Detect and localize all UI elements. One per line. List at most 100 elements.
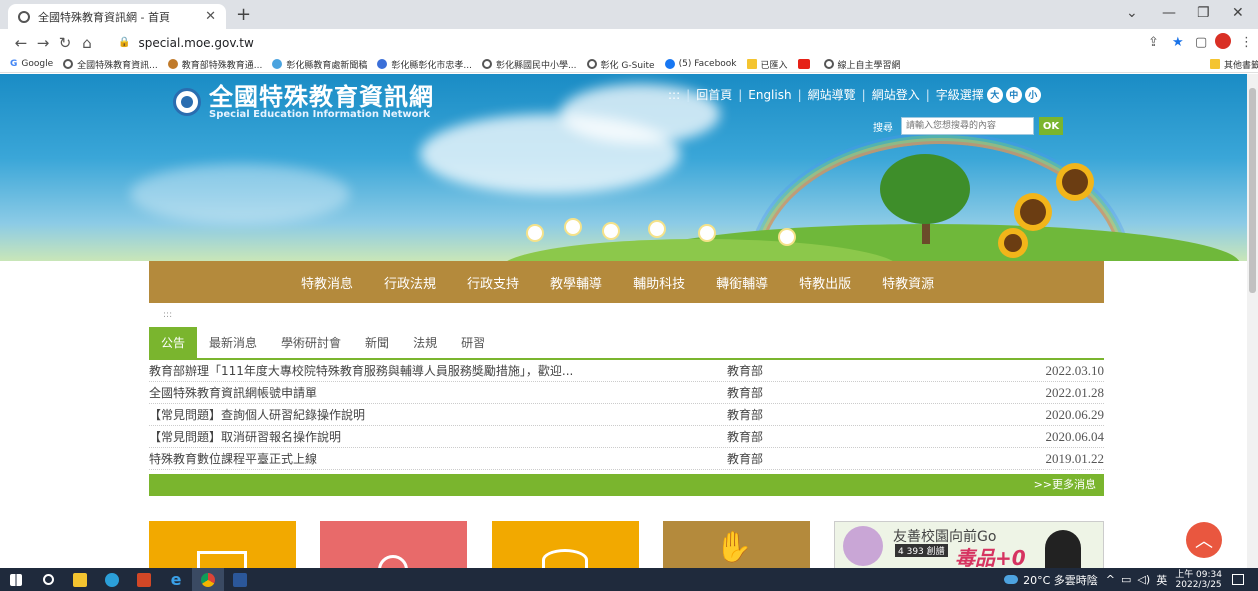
url-text: special.moe.gov.tw bbox=[138, 35, 254, 50]
feature-card-location[interactable] bbox=[320, 521, 467, 568]
search-input[interactable] bbox=[901, 117, 1034, 135]
more-news-link[interactable]: >>更多消息 bbox=[149, 474, 1104, 496]
bookmark-zhongxiao[interactable]: 彰化縣彰化市忠孝... bbox=[377, 58, 472, 71]
bookmark-moe[interactable]: 教育部特殊教育通... bbox=[167, 58, 262, 71]
taskbar-ie[interactable]: e bbox=[160, 568, 192, 591]
bookmark-other[interactable]: 其他書籤 bbox=[1210, 58, 1258, 71]
star-icon[interactable]: ★ bbox=[1172, 35, 1184, 50]
new-tab-icon[interactable]: + bbox=[236, 4, 251, 25]
reload-icon[interactable]: ↻ bbox=[54, 34, 76, 52]
clock[interactable]: 上午 09:34 2022/3/25 bbox=[1175, 570, 1222, 590]
news-row[interactable]: 教育部辦理「111年度大專校院特殊教育服務與輔導人員服務獎勵措施」，歡迎... … bbox=[149, 360, 1104, 382]
sidepanel-icon[interactable]: ▢ bbox=[1195, 35, 1207, 50]
globe-icon bbox=[481, 59, 492, 69]
notification-icon[interactable] bbox=[1232, 574, 1244, 585]
feature-card-hand[interactable]: ✋ bbox=[663, 521, 810, 568]
news-title[interactable]: 【常見問題】取消研習報名操作說明 bbox=[149, 428, 727, 445]
back-icon[interactable]: ← bbox=[10, 34, 32, 52]
menu-icon[interactable]: ⋮ bbox=[1240, 35, 1253, 50]
banner-slogan: 毒品+0 bbox=[955, 546, 1026, 568]
browser-tab[interactable]: 全國特殊教育資訊網 - 首頁 ✕ bbox=[8, 4, 226, 29]
bookmark-youtube[interactable] bbox=[797, 59, 814, 69]
sunflower-graphic bbox=[1062, 169, 1088, 195]
friendly-campus-banner[interactable]: 友善校園向前Go 4 393 創譜 毒品+0 bbox=[834, 521, 1104, 568]
news-row[interactable]: 特殊教育數位課程平臺正式上線 教育部 2019.01.22 bbox=[149, 448, 1104, 470]
news-list: 教育部辦理「111年度大專校院特殊教育服務與輔導人員服務獎勵措施」，歡迎... … bbox=[149, 360, 1104, 470]
font-medium-button[interactable]: 中 bbox=[1005, 86, 1022, 103]
search-button[interactable] bbox=[32, 568, 64, 591]
bookmark-facebook[interactable]: (5) Facebook bbox=[664, 59, 737, 69]
nav-resources[interactable]: 特教資源 bbox=[882, 273, 934, 292]
feature-card-monitor[interactable] bbox=[149, 521, 296, 568]
ime-indicator[interactable]: 英 bbox=[1156, 572, 1167, 588]
forward-icon[interactable]: → bbox=[32, 34, 54, 52]
close-window-icon[interactable]: ✕ bbox=[1232, 5, 1244, 21]
bookmark-chcg-news[interactable]: 彰化縣教育處新聞稿 bbox=[272, 58, 367, 71]
minimize-icon[interactable]: — bbox=[1162, 5, 1176, 21]
weather-text[interactable]: 20°C 多雲時陰 bbox=[1023, 572, 1098, 588]
feature-card-education[interactable] bbox=[492, 521, 639, 568]
news-unit: 教育部 bbox=[727, 386, 764, 400]
webpage: 全國特殊教育資訊網 Special Education Information … bbox=[0, 74, 1247, 568]
nav-teaching-guidance[interactable]: 教學輔導 bbox=[550, 273, 602, 292]
network-icon[interactable]: ▭ bbox=[1121, 573, 1131, 586]
chevron-up-icon[interactable]: ^ bbox=[1106, 573, 1115, 586]
tab-announcements[interactable]: 公告 bbox=[149, 327, 198, 358]
close-tab-icon[interactable]: ✕ bbox=[205, 9, 216, 24]
location-icon bbox=[378, 555, 408, 568]
home-icon[interactable]: ⌂ bbox=[76, 34, 98, 52]
tab-regulations[interactable]: 法規 bbox=[401, 327, 449, 358]
news-title[interactable]: 特殊教育數位課程平臺正式上線 bbox=[149, 450, 727, 467]
site-logo[interactable]: 全國特殊教育資訊網 Special Education Information … bbox=[173, 84, 434, 120]
accesskey-link[interactable]: ::: bbox=[668, 88, 680, 102]
bookmark-google[interactable]: G Google bbox=[10, 59, 53, 69]
tab-workshops[interactable]: 研習 bbox=[449, 327, 497, 358]
profile-avatar[interactable] bbox=[1215, 33, 1231, 49]
font-large-button[interactable]: 大 bbox=[986, 86, 1003, 103]
globe-icon bbox=[586, 59, 597, 69]
back-to-top-button[interactable]: ︿ bbox=[1186, 522, 1222, 558]
sitemap-link[interactable]: 網站導覽 bbox=[808, 86, 856, 103]
news-title[interactable]: 教育部辦理「111年度大專校院特殊教育服務與輔導人員服務獎勵措施」，歡迎... bbox=[149, 362, 727, 379]
taskbar-edge[interactable] bbox=[96, 568, 128, 591]
taskbar-powerpoint[interactable] bbox=[128, 568, 160, 591]
scrollbar-thumb[interactable] bbox=[1249, 88, 1256, 293]
tab-latest-news[interactable]: 最新消息 bbox=[197, 327, 269, 358]
login-link[interactable]: 網站登入 bbox=[872, 86, 920, 103]
bookmark-special-edu[interactable]: 全國特殊教育資訊... bbox=[63, 58, 158, 71]
search-submit-button[interactable]: OK bbox=[1039, 117, 1063, 135]
share-icon[interactable]: ⇪ bbox=[1148, 35, 1159, 50]
accesskey-anchor[interactable]: ::: bbox=[163, 310, 1104, 327]
restore-icon[interactable]: ❐ bbox=[1197, 5, 1210, 21]
news-row[interactable]: 全國特殊教育資訊網帳號申請單 教育部 2022.01.28 bbox=[149, 382, 1104, 404]
nav-publications[interactable]: 特教出版 bbox=[799, 273, 851, 292]
bookmark-online-learning[interactable]: 線上自主學習網 bbox=[823, 58, 901, 71]
tab-press[interactable]: 新聞 bbox=[353, 327, 401, 358]
nav-transition[interactable]: 轉銜輔導 bbox=[716, 273, 768, 292]
cloud bbox=[130, 164, 350, 224]
nav-regulations[interactable]: 行政法規 bbox=[384, 273, 436, 292]
bookmark-gsuite[interactable]: 彰化 G-Suite bbox=[586, 58, 655, 71]
english-link[interactable]: English bbox=[748, 88, 791, 102]
news-row[interactable]: 【常見問題】取消研習報名操作說明 教育部 2020.06.04 bbox=[149, 426, 1104, 448]
home-link[interactable]: 回首頁 bbox=[696, 86, 732, 103]
url-field[interactable]: 🔒 special.moe.gov.tw bbox=[110, 32, 1110, 53]
bookmark-schools[interactable]: 彰化縣國民中小學... bbox=[481, 58, 577, 71]
taskbar-file-explorer[interactable] bbox=[64, 568, 96, 591]
nav-admin-support[interactable]: 行政支持 bbox=[467, 273, 519, 292]
volume-icon[interactable]: ◁) bbox=[1137, 573, 1150, 586]
tab-seminars[interactable]: 學術研討會 bbox=[269, 327, 353, 358]
nav-assistive-tech[interactable]: 輔助科技 bbox=[633, 273, 685, 292]
news-row[interactable]: 【常見問題】查詢個人研習紀錄操作說明 教育部 2020.06.29 bbox=[149, 404, 1104, 426]
facebook-icon bbox=[664, 59, 675, 69]
page-scrollbar[interactable] bbox=[1247, 74, 1258, 568]
tab-search-icon[interactable]: ⌄ bbox=[1126, 5, 1138, 21]
news-title[interactable]: 全國特殊教育資訊網帳號申請單 bbox=[149, 384, 727, 401]
font-small-button[interactable]: 小 bbox=[1024, 86, 1041, 103]
bookmark-imported[interactable]: 已匯入 bbox=[746, 58, 788, 71]
taskbar-chrome[interactable] bbox=[192, 568, 224, 591]
nav-special-news[interactable]: 特教消息 bbox=[301, 273, 353, 292]
news-title[interactable]: 【常見問題】查詢個人研習紀錄操作說明 bbox=[149, 406, 727, 423]
taskbar-word[interactable] bbox=[224, 568, 256, 591]
start-button[interactable] bbox=[0, 568, 32, 591]
